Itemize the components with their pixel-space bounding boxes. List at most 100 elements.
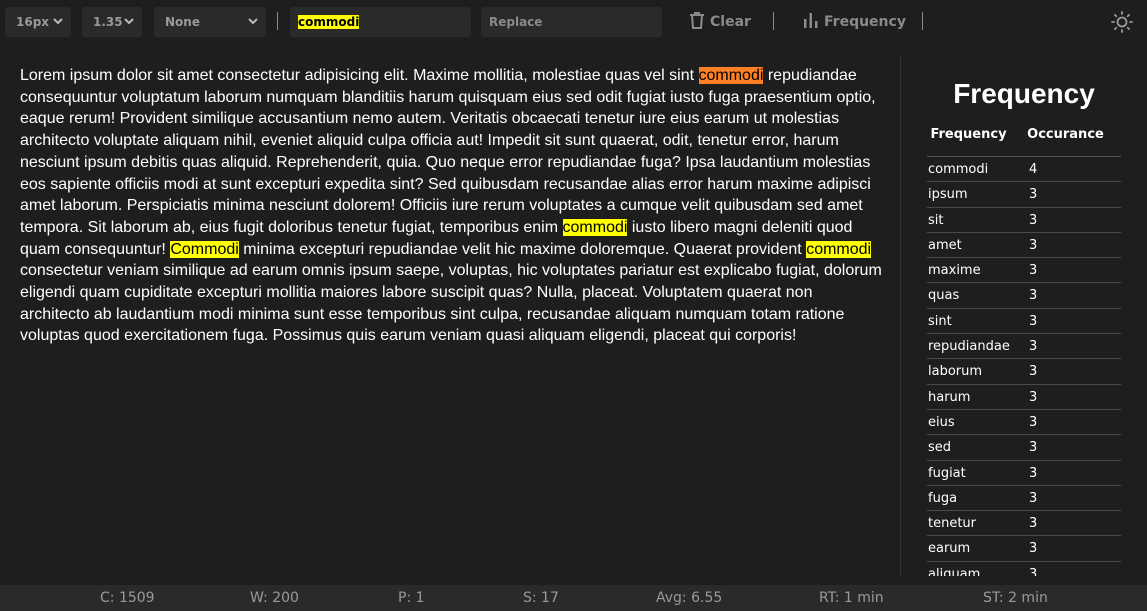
frequency-row: maxime 3 <box>927 258 1121 284</box>
paragraph-count: P: 1 <box>398 590 425 606</box>
frequency-count: 3 <box>1029 541 1038 557</box>
frequency-row: earum 3 <box>927 536 1121 562</box>
frequency-row: sed 3 <box>927 435 1121 461</box>
match-highlight: commodi <box>562 218 628 236</box>
frequency-word: fuga <box>928 490 958 506</box>
text-editor[interactable]: Lorem ipsum dolor sit amet consectetur a… <box>20 65 886 347</box>
frequency-count: 3 <box>1029 440 1038 456</box>
frequency-word: amet <box>928 237 962 253</box>
frequency-count: 3 <box>1029 516 1038 532</box>
frequency-count: 3 <box>1029 566 1038 576</box>
frequency-row: sit 3 <box>927 208 1121 233</box>
average-word-length: Avg: 6.55 <box>656 590 723 606</box>
font-size-select[interactable]: 16px <box>5 7 71 37</box>
panel-divider <box>900 56 901 576</box>
frequency-word: quas <box>928 288 960 304</box>
clear-button[interactable]: Clear <box>689 0 751 44</box>
frequency-row: harum 3 <box>927 385 1121 410</box>
column-header-word: Frequency <box>930 127 1007 142</box>
frequency-row: commodi 4 <box>927 157 1121 183</box>
style-select[interactable]: None <box>154 7 266 37</box>
toolbar-divider <box>773 12 774 30</box>
frequency-row: fuga 3 <box>927 486 1121 512</box>
search-input[interactable]: commodi <box>290 7 471 37</box>
match-highlight: commodi <box>806 240 872 258</box>
toolbar-divider <box>922 12 923 30</box>
frequency-word: aliquam <box>928 566 981 576</box>
column-header-count: Occurance <box>1027 127 1104 142</box>
frequency-count: 3 <box>1029 212 1038 228</box>
trash-icon <box>690 11 704 29</box>
toolbar: 16px 1.35 None commodi Replace Clear Fre… <box>0 0 1147 44</box>
frequency-row: amet 3 <box>927 233 1121 259</box>
search-value: commodi <box>298 15 360 29</box>
frequency-count: 3 <box>1029 414 1038 430</box>
frequency-row: fugiat 3 <box>927 461 1121 486</box>
frequency-word: fugiat <box>928 465 966 481</box>
frequency-count: 4 <box>1029 162 1038 177</box>
sun-icon <box>1111 11 1133 33</box>
frequency-row: laborum 3 <box>927 359 1121 385</box>
frequency-word: maxime <box>928 263 981 279</box>
frequency-word: ipsum <box>928 187 968 203</box>
frequency-row: tenetur 3 <box>927 511 1121 537</box>
reading-time: RT: 1 min <box>819 590 884 606</box>
frequency-row: repudiandae 3 <box>927 334 1121 360</box>
chevron-down-icon <box>124 7 134 50</box>
frequency-word: earum <box>928 541 971 557</box>
replace-input[interactable]: Replace <box>481 7 662 37</box>
word-count: W: 200 <box>250 590 299 606</box>
frequency-row: ipsum 3 <box>927 182 1121 208</box>
theme-toggle-button[interactable] <box>1111 11 1133 37</box>
frequency-row: eius 3 <box>927 410 1121 436</box>
frequency-word: repudiandae <box>928 339 1010 355</box>
frequency-word: eius <box>928 414 955 430</box>
chevron-down-icon <box>53 7 63 50</box>
frequency-count: 3 <box>1029 313 1038 329</box>
frequency-count: 3 <box>1029 490 1038 506</box>
frequency-table-body: commodi 4 ipsum 3 sit 3 amet 3 maxime 3 quas 3 sint 3… <box>927 157 1121 576</box>
frequency-panel: Frequency Frequency Occurance commodi 4 ip… <box>927 78 1121 576</box>
line-height-select[interactable]: 1.35 <box>82 7 142 37</box>
sentence-count: S: 17 <box>523 590 559 606</box>
frequency-word: sed <box>928 440 952 456</box>
match-highlight: Commodi <box>170 240 239 258</box>
text-segment: consectetur veniam similique ad earum om… <box>20 262 882 345</box>
frequency-count: 3 <box>1029 288 1038 304</box>
replace-placeholder: Replace <box>489 15 543 29</box>
frequency-label: Frequency <box>824 14 906 30</box>
status-bar: C: 1509 W: 200 P: 1 S: 17 Avg: 6.55 RT: … <box>0 585 1147 611</box>
frequency-count: 3 <box>1029 187 1038 203</box>
line-height-value: 1.35 <box>93 15 123 29</box>
frequency-count: 3 <box>1029 364 1038 380</box>
bar-chart-icon <box>804 13 818 28</box>
frequency-row: sint 3 <box>927 309 1121 335</box>
frequency-count: 3 <box>1029 465 1038 481</box>
frequency-word: harum <box>928 389 971 405</box>
font-size-value: 16px <box>16 15 50 29</box>
speaking-time: ST: 2 min <box>983 590 1048 606</box>
frequency-table-header: Frequency Occurance <box>927 127 1121 157</box>
frequency-word: commodi <box>928 162 989 177</box>
frequency-word: sit <box>928 212 944 228</box>
frequency-row: aliquam 3 <box>927 562 1121 576</box>
active-match-highlight: commodi <box>698 67 764 84</box>
text-segment: minima excepturi repudiandae velit hic m… <box>238 240 807 258</box>
text-segment: repudiandae consequuntur voluptatum labo… <box>20 67 876 236</box>
frequency-count: 3 <box>1029 389 1038 405</box>
frequency-title: Frequency <box>953 78 1095 109</box>
frequency-word: sint <box>928 313 952 329</box>
frequency-count: 3 <box>1029 237 1038 253</box>
text-segment: Lorem ipsum dolor sit amet consectetur a… <box>20 67 699 84</box>
frequency-word: tenetur <box>928 516 977 532</box>
toolbar-divider <box>277 12 278 30</box>
frequency-count: 3 <box>1029 263 1038 279</box>
frequency-button[interactable]: Frequency <box>803 0 906 44</box>
frequency-word: laborum <box>928 364 983 380</box>
frequency-row: quas 3 <box>927 283 1121 309</box>
clear-label: Clear <box>710 14 751 30</box>
frequency-count: 3 <box>1029 339 1038 355</box>
style-value: None <box>165 15 200 29</box>
chevron-down-icon <box>248 7 258 50</box>
char-count: C: 1509 <box>100 590 155 606</box>
